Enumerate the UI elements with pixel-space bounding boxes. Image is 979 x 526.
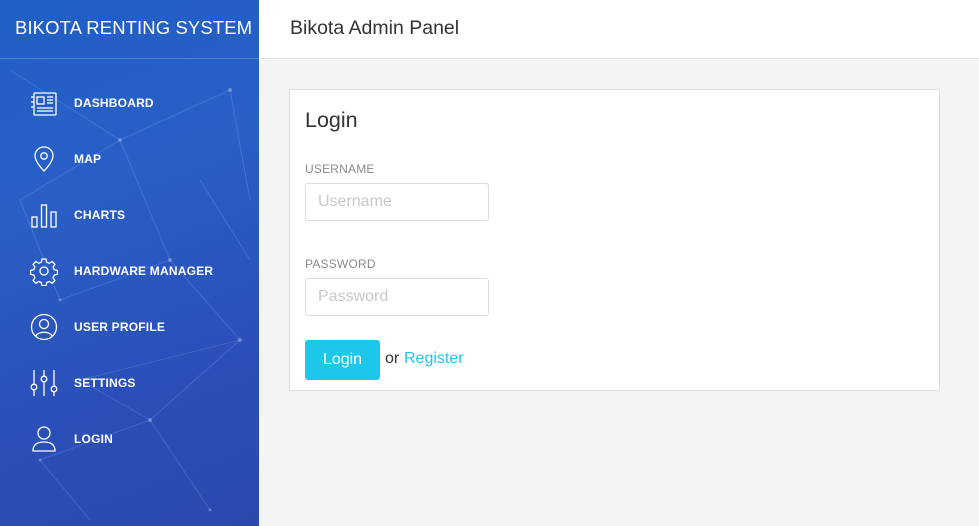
sidebar-item-label: HARDWARE MANAGER [74, 264, 214, 278]
sidebar: BIKOTA RENTING SYSTEM DASHBOARD MAP CHAR… [0, 0, 259, 526]
sliders-icon [29, 368, 59, 398]
sidebar-item-label: SETTINGS [74, 376, 136, 390]
dashboard-icon [29, 88, 59, 118]
username-input[interactable] [305, 183, 489, 221]
sidebar-item-label: USER PROFILE [74, 320, 166, 334]
login-button[interactable]: Login [305, 340, 380, 380]
sidebar-item-label: LOGIN [74, 432, 113, 446]
login-card: Login USERNAME PASSWORD Login or Registe… [289, 89, 940, 391]
sidebar-item-dashboard[interactable]: DASHBOARD [0, 75, 259, 131]
user-icon [29, 424, 59, 454]
register-link[interactable]: Register [404, 350, 464, 368]
sidebar-item-settings[interactable]: SETTINGS [0, 355, 259, 411]
login-card-title: Login [305, 108, 358, 132]
sidebar-nav: DASHBOARD MAP CHARTS HARDWARE MANAGER US… [0, 75, 259, 467]
top-header: Bikota Admin Panel [259, 0, 979, 59]
brand-title[interactable]: BIKOTA RENTING SYSTEM [0, 0, 259, 59]
password-label: PASSWORD [305, 257, 376, 271]
gear-icon [29, 256, 59, 286]
bar-chart-icon [29, 200, 59, 230]
username-label: USERNAME [305, 162, 375, 176]
sidebar-item-label: CHARTS [74, 208, 126, 222]
sidebar-item-map[interactable]: MAP [0, 131, 259, 187]
or-text: or [385, 350, 400, 367]
sidebar-item-login[interactable]: LOGIN [0, 411, 259, 467]
sidebar-item-hardware-manager[interactable]: HARDWARE MANAGER [0, 243, 259, 299]
sidebar-item-charts[interactable]: CHARTS [0, 187, 259, 243]
user-circle-icon [29, 312, 59, 342]
page-title[interactable]: Bikota Admin Panel [290, 17, 459, 40]
sidebar-item-label: DASHBOARD [74, 96, 154, 110]
sidebar-item-label: MAP [74, 152, 102, 166]
password-input[interactable] [305, 278, 489, 316]
map-pin-icon [29, 144, 59, 174]
sidebar-item-user-profile[interactable]: USER PROFILE [0, 299, 259, 355]
